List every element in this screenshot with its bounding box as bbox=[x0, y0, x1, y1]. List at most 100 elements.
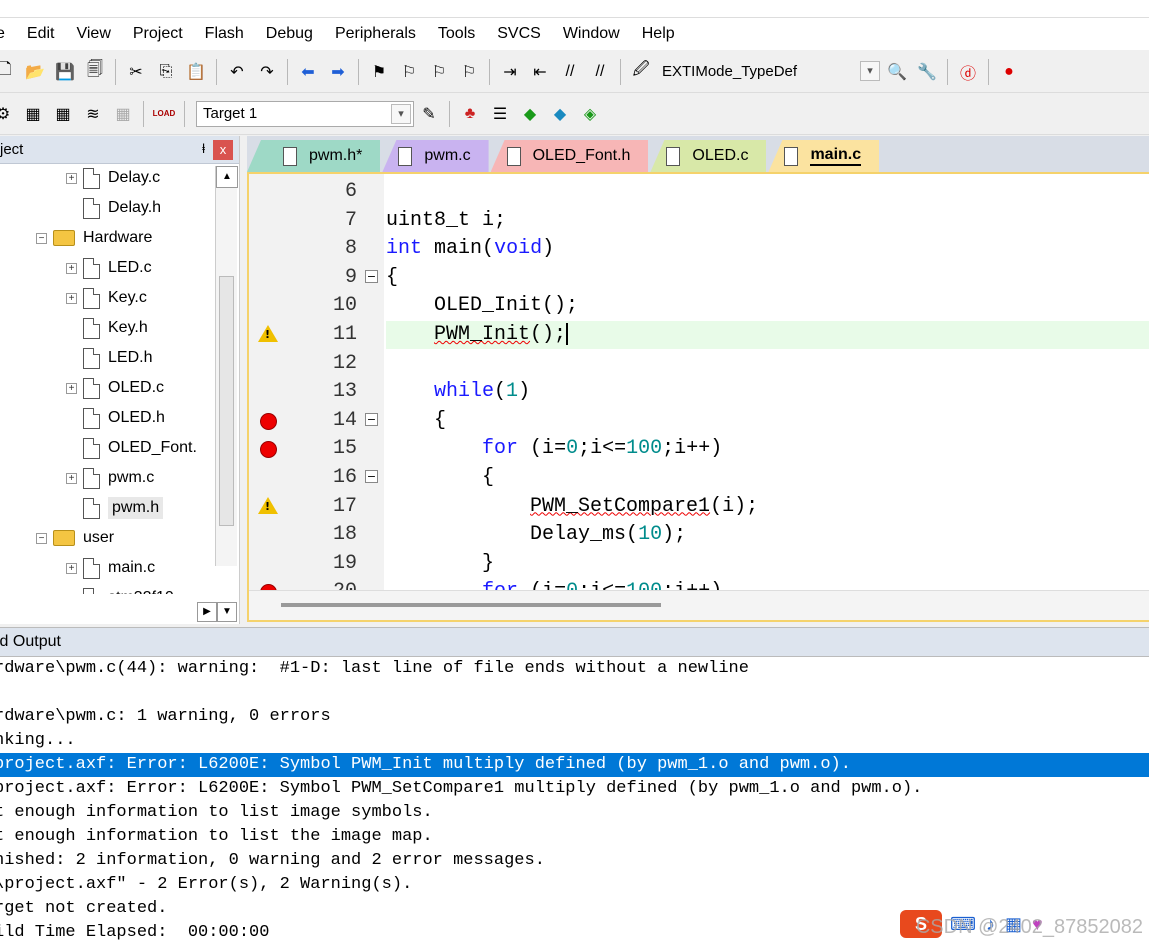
tree-item[interactable]: OLED_Font. bbox=[66, 434, 197, 462]
close-icon[interactable]: x bbox=[213, 140, 233, 160]
menu-item-peripherals[interactable]: Peripherals bbox=[324, 18, 427, 50]
editor-tab[interactable]: main.c bbox=[768, 140, 880, 172]
build-output-line[interactable]: project.axf: Error: L6200E: Symbol PWM_I… bbox=[0, 753, 1149, 777]
batch-build-icon[interactable]: ≋ bbox=[80, 101, 106, 127]
tree-item[interactable]: + Key.c bbox=[66, 284, 147, 312]
chevron-down-icon[interactable]: ▾ bbox=[391, 103, 411, 124]
nav-back-icon[interactable]: ⬅ bbox=[295, 59, 321, 85]
editor-hscrollbar[interactable] bbox=[249, 590, 1149, 620]
target-options-icon[interactable]: ✎ bbox=[416, 101, 442, 127]
rebuild-icon[interactable]: ▦ bbox=[50, 101, 76, 127]
download-load-icon[interactable]: LOAD bbox=[151, 101, 177, 127]
build-output-line[interactable]: nking... bbox=[0, 729, 1149, 753]
menu-item-e[interactable]: e bbox=[0, 18, 16, 50]
menu-item-tools[interactable]: Tools bbox=[427, 18, 486, 50]
search-icon[interactable]: 🔍 bbox=[884, 59, 910, 85]
incremental-find-icon[interactable]: 🔧 bbox=[914, 59, 940, 85]
build-icon[interactable]: ▦ bbox=[20, 101, 46, 127]
save-all-icon[interactable]: 🗐 bbox=[82, 59, 108, 85]
translate-icon[interactable]: ⚙ bbox=[0, 101, 16, 127]
save-icon[interactable]: 💾 bbox=[52, 59, 78, 85]
scroll-right-icon[interactable]: ▶ bbox=[197, 602, 217, 622]
breakpoint-icon[interactable]: ● bbox=[996, 59, 1022, 85]
build-output-panel[interactable]: rdware\pwm.c(44): warning: #1-D: last li… bbox=[0, 657, 1149, 941]
indent-icon[interactable]: ⇥ bbox=[497, 59, 523, 85]
editor-tab[interactable]: pwm.c bbox=[382, 140, 489, 172]
code-editor[interactable]: 6 7 uint8_t i; 8 int main(void) 9−{10 OLED_In… bbox=[247, 172, 1149, 622]
tree-item[interactable]: pwm.h bbox=[66, 494, 164, 522]
editor-tab[interactable]: OLED_Font.h bbox=[490, 140, 649, 172]
pin-icon[interactable]: ⱡ bbox=[202, 141, 205, 156]
scroll-down-icon[interactable]: ▼ bbox=[217, 602, 237, 622]
paste-icon[interactable]: 📋 bbox=[183, 59, 209, 85]
menu-item-project[interactable]: Project bbox=[122, 18, 194, 50]
code-line[interactable]: 7 uint8_t i; bbox=[249, 207, 1149, 236]
code-line[interactable]: 10 OLED_Init(); bbox=[249, 292, 1149, 321]
build-output-line[interactable]: \project.axf" - 2 Error(s), 2 Warning(s)… bbox=[0, 873, 1149, 897]
code-line[interactable]: 17 PWM_SetCompare1(i); bbox=[249, 493, 1149, 522]
copy-icon[interactable]: ⎘ bbox=[153, 59, 179, 85]
collapse-icon[interactable]: − bbox=[36, 532, 47, 544]
pack-installer-icon[interactable]: ◆ bbox=[547, 101, 573, 127]
tree-item[interactable]: + Delay.c bbox=[66, 164, 160, 192]
tree-item[interactable]: + LED.c bbox=[66, 254, 152, 282]
clear-bookmarks-icon[interactable]: ⚐ bbox=[456, 59, 482, 85]
manage-project-icon[interactable]: ♣ bbox=[457, 101, 483, 127]
tree-item[interactable]: + OLED.c bbox=[66, 374, 164, 402]
run-time-env-icon[interactable]: ◆ bbox=[517, 101, 543, 127]
tree-item[interactable]: − Hardware bbox=[36, 224, 152, 252]
target-select[interactable]: Target 1 ▾ bbox=[196, 100, 414, 127]
menu-item-window[interactable]: Window bbox=[552, 18, 631, 50]
select-packs-icon[interactable]: ◈ bbox=[577, 101, 603, 127]
editor-tab[interactable]: pwm.h* bbox=[247, 140, 381, 172]
code-line[interactable]: 16− { bbox=[249, 464, 1149, 493]
expand-icon[interactable]: + bbox=[66, 172, 77, 184]
tree-item[interactable]: − user bbox=[36, 524, 114, 552]
code-line[interactable]: 12 bbox=[249, 350, 1149, 379]
breakpoint-icon[interactable] bbox=[260, 412, 277, 430]
tree-item[interactable]: Key.h bbox=[66, 314, 148, 342]
fold-toggle-icon[interactable]: − bbox=[365, 470, 378, 483]
prev-bookmark-icon[interactable]: ⚐ bbox=[396, 59, 422, 85]
code-line[interactable]: 18 Delay_ms(10); bbox=[249, 521, 1149, 550]
menu-item-view[interactable]: View bbox=[65, 18, 121, 50]
tree-item[interactable]: Delay.h bbox=[66, 194, 161, 222]
editor-tab[interactable]: OLED.c bbox=[650, 140, 767, 172]
nav-forward-icon[interactable]: ➡ bbox=[325, 59, 351, 85]
code-line[interactable]: 9−{ bbox=[249, 264, 1149, 293]
undo-icon[interactable]: ↶ bbox=[224, 59, 250, 85]
build-output-line[interactable]: project.axf: Error: L6200E: Symbol PWM_S… bbox=[0, 777, 1149, 801]
menu-item-edit[interactable]: Edit bbox=[16, 18, 66, 50]
code-line[interactable]: 14− { bbox=[249, 407, 1149, 436]
build-output-line[interactable]: t enough information to list the image m… bbox=[0, 825, 1149, 849]
code-line[interactable]: 6 bbox=[249, 178, 1149, 207]
find-combo[interactable]: EXTIMode_TypeDef ▾ bbox=[656, 59, 882, 85]
find-in-files-icon[interactable]: 🖉 bbox=[628, 59, 654, 85]
code-line[interactable]: 11 PWM_Init(); bbox=[249, 321, 1149, 350]
fold-toggle-icon[interactable]: − bbox=[365, 269, 378, 283]
scroll-up-icon[interactable]: ▲ bbox=[216, 166, 238, 188]
code-line[interactable]: 8 int main(void) bbox=[249, 235, 1149, 264]
build-output-line[interactable]: rdware\pwm.c: 1 warning, 0 errors bbox=[0, 705, 1149, 729]
tree-item[interactable]: + main.c bbox=[66, 554, 155, 582]
tree-item[interactable]: + pwm.c bbox=[66, 464, 154, 492]
expand-icon[interactable]: + bbox=[66, 382, 77, 394]
expand-icon[interactable]: + bbox=[66, 292, 77, 304]
expand-icon[interactable]: + bbox=[66, 562, 77, 574]
code-line[interactable]: 13 while(1) bbox=[249, 378, 1149, 407]
menu-item-help[interactable]: Help bbox=[631, 18, 686, 50]
code-line[interactable]: 15 for (i=0;i<=100;i++) bbox=[249, 435, 1149, 464]
build-output-line[interactable]: t enough information to list image symbo… bbox=[0, 801, 1149, 825]
open-file-icon[interactable]: 📂 bbox=[22, 59, 48, 85]
code-area[interactable]: 6 7 uint8_t i; 8 int main(void) 9−{10 OLED_In… bbox=[249, 174, 1149, 603]
scroll-thumb[interactable] bbox=[219, 276, 234, 526]
file-extensions-icon[interactable]: ☰ bbox=[487, 101, 513, 127]
fold-toggle-icon[interactable]: − bbox=[365, 412, 378, 426]
build-output-line[interactable]: rdware\pwm.c(44): warning: #1-D: last li… bbox=[0, 657, 1149, 681]
uncomment-icon[interactable]: // bbox=[587, 59, 613, 85]
debug-start-icon[interactable]: ⓓ bbox=[955, 59, 981, 85]
cut-icon[interactable]: ✂ bbox=[123, 59, 149, 85]
build-output-line[interactable]: nished: 2 information, 0 warning and 2 e… bbox=[0, 849, 1149, 873]
tree-item[interactable]: stm32f10 bbox=[66, 584, 174, 594]
menu-item-debug[interactable]: Debug bbox=[255, 18, 324, 50]
